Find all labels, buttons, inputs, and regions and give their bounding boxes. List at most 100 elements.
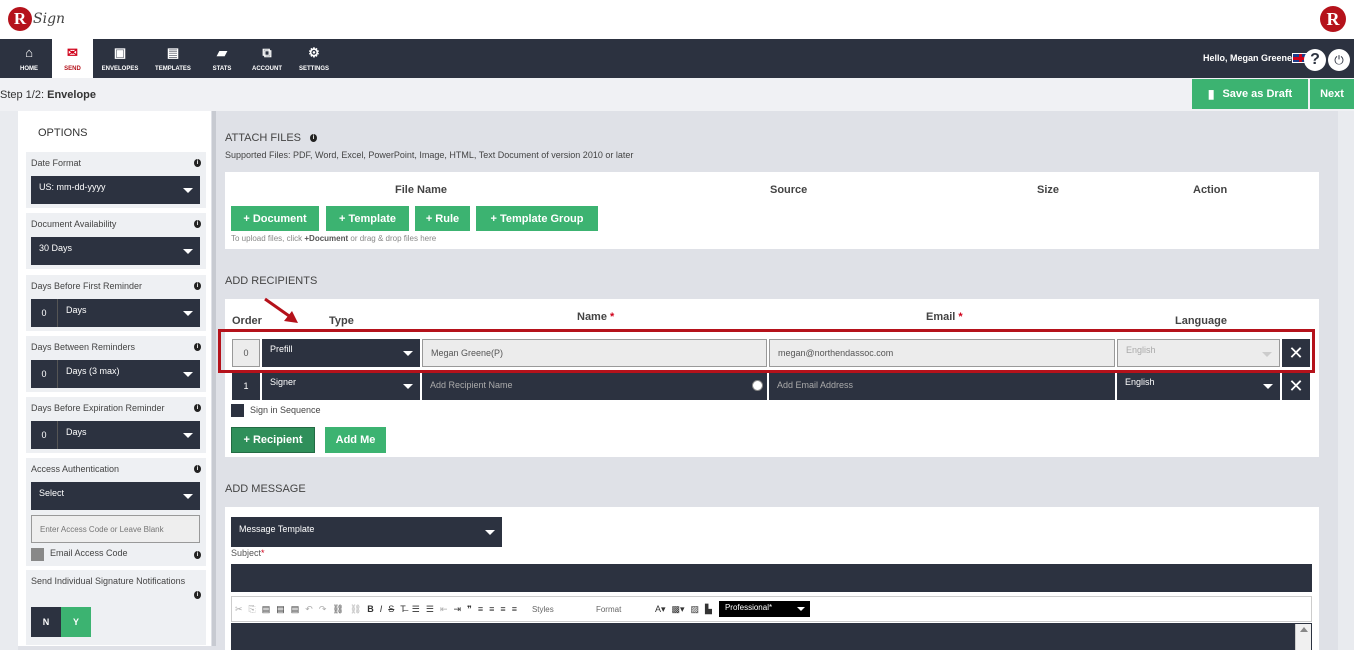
- document-icon: ▮: [1207, 87, 1215, 101]
- top-bar: [0, 0, 1354, 39]
- subject-input[interactable]: [231, 564, 1312, 592]
- align-center-icon[interactable]: ≡: [489, 604, 494, 614]
- panel-divider[interactable]: [212, 111, 216, 646]
- info-icon[interactable]: i: [194, 159, 201, 167]
- cut-icon[interactable]: ✂: [235, 604, 243, 615]
- bg-color-icon[interactable]: ▩▾: [671, 604, 684, 615]
- info-icon[interactable]: i: [194, 220, 201, 228]
- nav-settings[interactable]: ⚙ SETTINGS: [294, 39, 334, 78]
- col-language: Language: [1175, 315, 1227, 327]
- paste-word-icon[interactable]: ▤: [291, 604, 300, 615]
- info-icon[interactable]: i: [310, 134, 317, 142]
- next-button[interactable]: Next: [1310, 79, 1354, 109]
- first-reminder-unit-select[interactable]: Days: [58, 299, 200, 327]
- info-icon[interactable]: i: [194, 282, 201, 290]
- first-reminder-label: Days Before First Reminder: [31, 281, 143, 291]
- nav-settings-label: SETTINGS: [298, 65, 329, 72]
- styles-dropdown[interactable]: Styles: [532, 605, 588, 614]
- row1-type: Signer: [270, 377, 297, 387]
- chevron-down-icon: [183, 311, 193, 316]
- strike-icon[interactable]: S: [388, 604, 394, 614]
- link-icon[interactable]: ⛓: [332, 604, 343, 615]
- add-template-button[interactable]: + Template: [326, 206, 409, 231]
- redo-icon[interactable]: ↷: [319, 604, 327, 615]
- doc-availability-select[interactable]: 30 Days: [31, 237, 200, 265]
- info-icon[interactable]: i: [194, 343, 201, 351]
- doc-availability-label: Document Availability: [31, 219, 117, 229]
- info-icon[interactable]: i: [194, 591, 201, 599]
- rsign-logo[interactable]: R Sign: [8, 6, 65, 32]
- outdent-icon[interactable]: ⇤: [440, 604, 448, 615]
- paste-icon[interactable]: ▤: [262, 604, 271, 615]
- access-code-input[interactable]: [31, 515, 200, 543]
- scroll-up-icon[interactable]: [1300, 627, 1308, 632]
- add-recipient-button[interactable]: + Recipient: [231, 427, 315, 453]
- add-me-button[interactable]: Add Me: [325, 427, 386, 453]
- power-icon[interactable]: ⏻: [1328, 49, 1350, 71]
- undo-icon[interactable]: ↶: [305, 604, 313, 615]
- stamp-icon[interactable]: ▙: [705, 604, 712, 615]
- sign-in-sequence-checkbox[interactable]: [231, 404, 244, 417]
- copy-icon[interactable]: ⎘: [249, 604, 256, 615]
- info-icon[interactable]: i: [194, 404, 201, 412]
- contact-picker-icon[interactable]: [752, 380, 763, 391]
- page-scrollbar[interactable]: [1338, 111, 1354, 650]
- nav-templates[interactable]: ▤ TEMPLATES: [150, 39, 196, 78]
- add-template-group-button[interactable]: + Template Group: [476, 206, 598, 231]
- email-access-code-checkbox[interactable]: [31, 548, 44, 561]
- blockquote-icon[interactable]: ❞: [467, 604, 472, 615]
- nav-send[interactable]: ✉ SEND: [52, 39, 93, 78]
- step-bar: [0, 78, 1354, 111]
- nav-envelopes-label: ENVELOPES: [101, 65, 139, 72]
- add-rule-button[interactable]: + Rule: [415, 206, 470, 231]
- align-left-icon[interactable]: ≡: [478, 604, 483, 614]
- info-icon[interactable]: i: [194, 465, 201, 473]
- supported-files-text: Supported Files: PDF, Word, Excel, Power…: [225, 150, 634, 160]
- clear-format-icon[interactable]: T̶: [400, 604, 406, 614]
- info-icon[interactable]: i: [194, 551, 201, 559]
- bulleted-list-icon[interactable]: ☰: [426, 604, 434, 615]
- upload-hint-bold: +Document: [304, 234, 349, 243]
- date-format-select[interactable]: US: mm-dd-yyyy: [31, 176, 200, 204]
- between-reminders-unit-select[interactable]: Days (3 max): [58, 360, 200, 388]
- row1-name-input[interactable]: Add Recipient Name: [422, 372, 767, 400]
- add-document-button[interactable]: + Document: [231, 206, 319, 231]
- row1-type-select[interactable]: Signer: [262, 372, 420, 400]
- format-dropdown[interactable]: Format: [596, 605, 652, 614]
- between-reminders-number[interactable]: 0: [31, 360, 58, 388]
- message-template-select[interactable]: Message Template: [231, 517, 502, 547]
- save-draft-button[interactable]: ▮ Save as Draft: [1192, 79, 1308, 109]
- no-toggle[interactable]: N: [31, 607, 61, 637]
- justify-icon[interactable]: ≡: [512, 604, 517, 614]
- expiration-reminder-number[interactable]: 0: [31, 421, 58, 449]
- theme-select[interactable]: Professional*: [718, 601, 810, 617]
- nav-send-label: SEND: [64, 65, 81, 72]
- unlink-icon[interactable]: ⛓: [350, 604, 361, 615]
- bold-icon[interactable]: B: [367, 604, 374, 614]
- nav-envelopes[interactable]: ▣ ENVELOPES: [97, 39, 143, 78]
- image-icon[interactable]: ▨: [691, 604, 700, 615]
- indent-icon[interactable]: ⇥: [454, 604, 462, 615]
- row1-order[interactable]: 1: [232, 372, 260, 400]
- editor-scrollbar[interactable]: [1295, 624, 1311, 650]
- nav-stats[interactable]: ▰ STATS: [205, 39, 239, 78]
- yes-toggle[interactable]: Y: [61, 607, 91, 637]
- help-icon[interactable]: ?: [1304, 49, 1326, 71]
- expiration-reminder-unit-select[interactable]: Days: [58, 421, 200, 449]
- numbered-list-icon[interactable]: ☰: [412, 604, 420, 615]
- text-color-icon[interactable]: A▾: [655, 604, 666, 615]
- align-right-icon[interactable]: ≡: [500, 604, 505, 614]
- paste-text-icon[interactable]: ▤: [276, 604, 285, 615]
- row1-language-select[interactable]: English: [1117, 372, 1280, 400]
- row1-email-input[interactable]: Add Email Address: [769, 372, 1115, 400]
- first-reminder-number[interactable]: 0: [31, 299, 58, 327]
- add-message-title: ADD MESSAGE: [225, 483, 306, 495]
- nav-home[interactable]: ⌂ HOME: [10, 39, 48, 78]
- row1-remove-icon[interactable]: ✕: [1282, 372, 1310, 400]
- access-auth-label: Access Authentication: [31, 464, 120, 474]
- italic-icon[interactable]: I: [380, 604, 383, 614]
- editor-toolbar: ✂ ⎘ ▤ ▤ ▤ ↶ ↷ ⛓ ⛓ B I S T̶ ☰ ☰ ⇤ ⇥ ❞ ≡ ≡…: [231, 596, 1312, 622]
- nav-account[interactable]: ⧉ ACCOUNT: [245, 39, 289, 78]
- message-editor-body[interactable]: [231, 623, 1312, 650]
- access-auth-select[interactable]: Select: [31, 482, 200, 510]
